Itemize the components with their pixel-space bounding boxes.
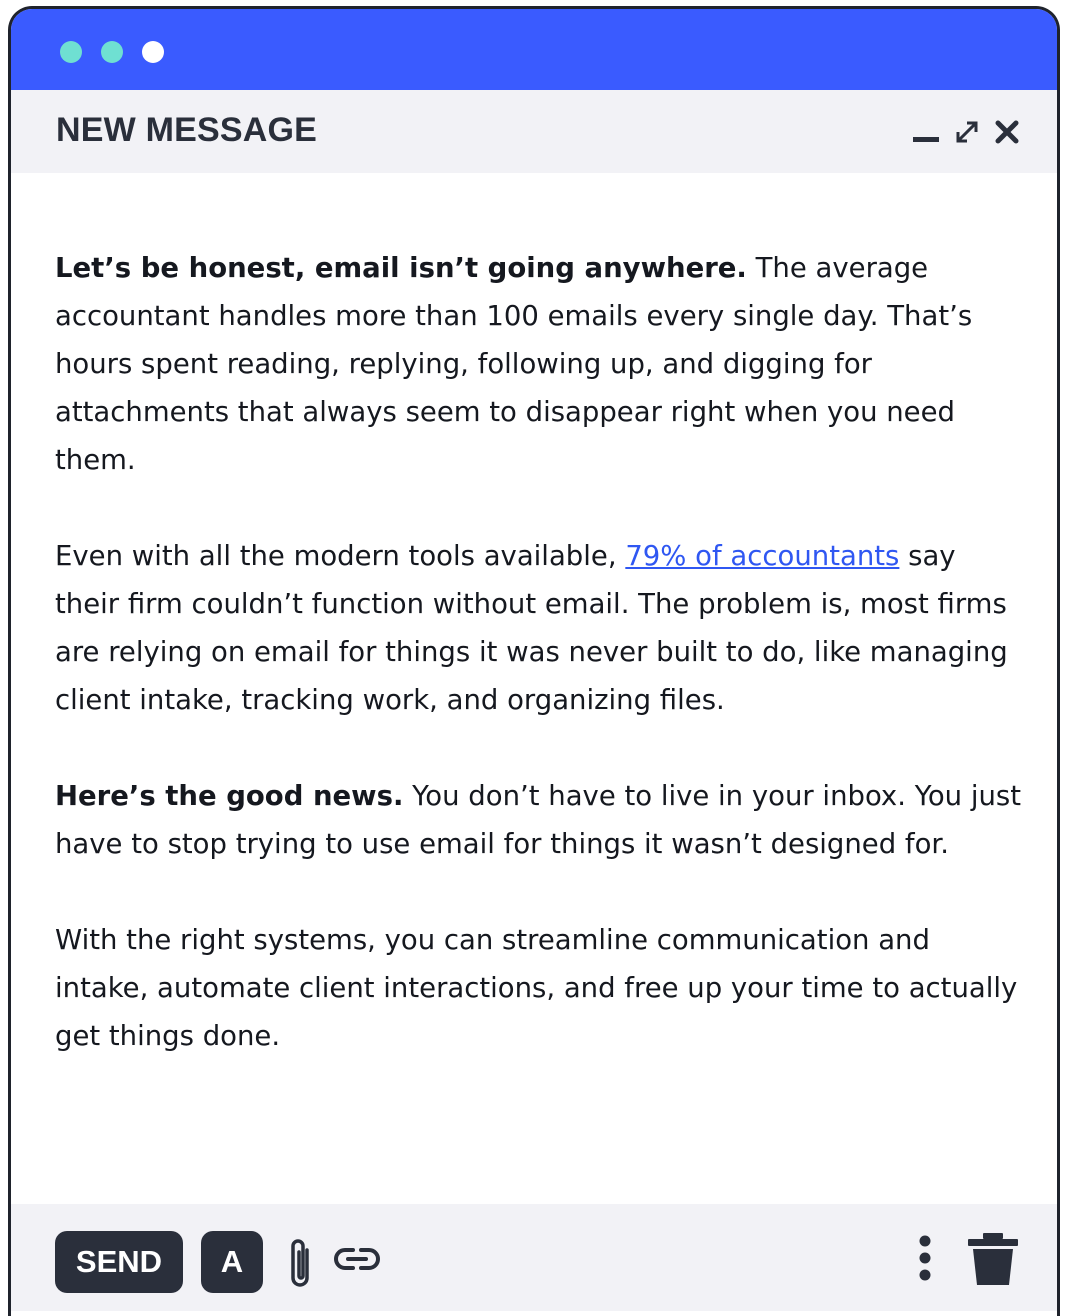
paragraph-1-lead: Let’s be honest, email isn’t going anywh… (55, 252, 747, 284)
stat-link[interactable]: 79% of accountants (625, 540, 899, 572)
more-vertical-icon[interactable] (916, 1232, 934, 1289)
link-icon[interactable] (333, 1244, 381, 1279)
window-dot-2[interactable] (101, 41, 123, 63)
paragraph-1-text: The average accountant handles more than… (55, 252, 973, 476)
paragraph-2: Even with all the modern tools available… (55, 532, 1025, 724)
paragraph-3-lead: Here’s the good news. (55, 780, 404, 812)
paragraph-3: Here’s the good news. You don’t have to … (55, 772, 1025, 868)
paragraph-2-pre: Even with all the modern tools available… (55, 540, 626, 572)
paragraph-4-text: With the right systems, you can streamli… (55, 924, 1018, 1052)
paragraph-4: With the right systems, you can streamli… (55, 916, 1025, 1060)
format-text-button[interactable]: A (201, 1231, 263, 1293)
compose-header: NEW MESSAGE (11, 90, 1057, 173)
trash-icon[interactable] (966, 1231, 1020, 1292)
expand-icon[interactable] (953, 118, 981, 151)
compose-toolbar: SEND A (11, 1204, 1057, 1311)
window-titlebar (11, 9, 1057, 90)
send-button[interactable]: SEND (55, 1231, 183, 1293)
minimize-icon[interactable] (911, 117, 941, 152)
window-dot-1[interactable] (60, 41, 82, 63)
window-controls (911, 117, 1021, 152)
paragraph-1: Let’s be honest, email isn’t going anywh… (55, 244, 1025, 484)
compose-title: NEW MESSAGE (56, 111, 318, 149)
close-icon[interactable] (993, 118, 1021, 151)
paperclip-icon[interactable] (287, 1236, 313, 1297)
message-body[interactable]: Let’s be honest, email isn’t going anywh… (55, 244, 1025, 1108)
window-dot-3[interactable] (142, 41, 164, 63)
